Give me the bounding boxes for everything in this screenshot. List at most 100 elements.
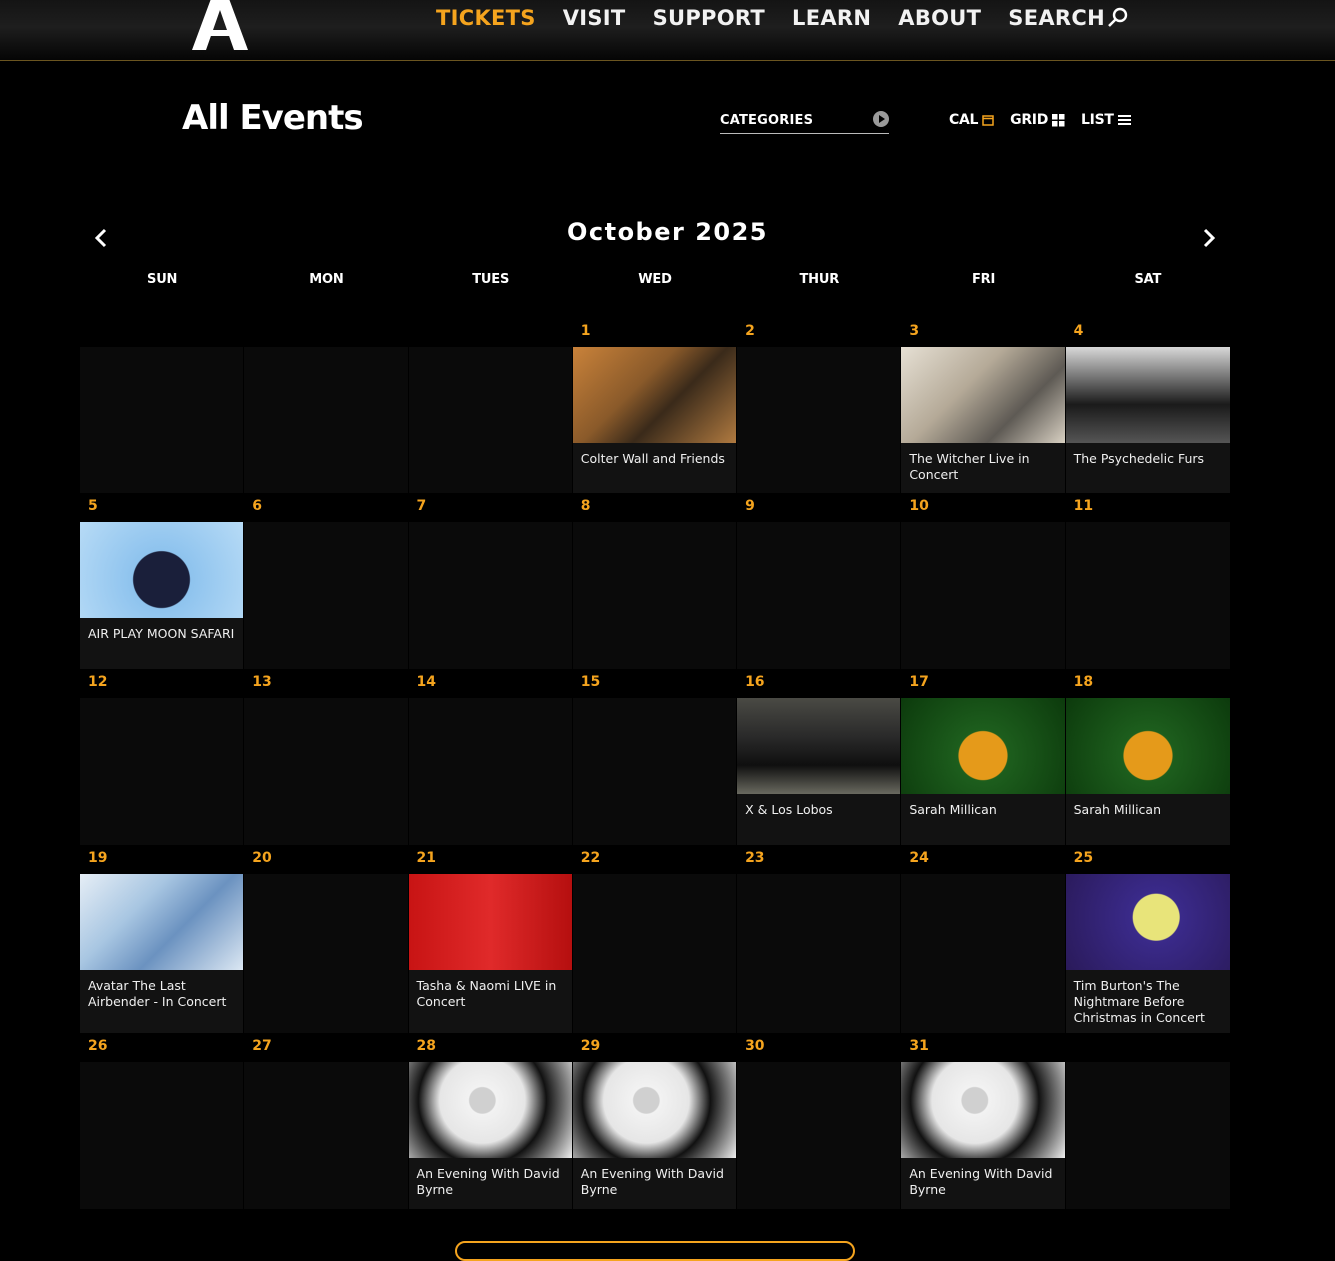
event-image[interactable] bbox=[408, 1062, 572, 1158]
day-cell-body bbox=[80, 698, 244, 845]
nav-about[interactable]: ABOUT bbox=[898, 6, 981, 30]
list-icon bbox=[1117, 115, 1131, 125]
calendar-day-cell: 30 bbox=[737, 1033, 902, 1209]
event-title-link[interactable]: An Evening With David Byrne bbox=[409, 1158, 572, 1198]
event-title-link[interactable]: Sarah Millican bbox=[901, 794, 1064, 818]
day-cell-body bbox=[572, 874, 737, 1033]
page-title: All Events bbox=[182, 98, 364, 138]
day-number: 13 bbox=[252, 674, 272, 690]
day-cell-body: An Evening With David Byrne bbox=[901, 1062, 1065, 1209]
event-title-link[interactable]: Avatar The Last Airbender - In Concert bbox=[80, 970, 243, 1010]
event-title-link[interactable]: An Evening With David Byrne bbox=[901, 1158, 1064, 1198]
day-number: 12 bbox=[88, 674, 108, 690]
calendar-day-cell: 12 bbox=[80, 669, 245, 845]
day-number: 5 bbox=[88, 498, 98, 514]
event-image[interactable] bbox=[901, 347, 1065, 443]
event-title-link[interactable]: AIR PLAY MOON SAFARI bbox=[80, 618, 243, 642]
calendar-day-cell: 2 bbox=[737, 318, 902, 493]
day-number: 6 bbox=[252, 498, 263, 514]
calendar-day-cell: 26 bbox=[80, 1033, 245, 1209]
day-cell-body: The Psychedelic Furs bbox=[1065, 347, 1230, 493]
day-number: 2 bbox=[745, 323, 755, 339]
calendar-day-cell[interactable]: 28 An Evening With David Byrne bbox=[408, 1033, 573, 1209]
event-image[interactable] bbox=[901, 698, 1065, 794]
dow-sun: SUN bbox=[147, 272, 178, 287]
view-grid-label: GRID bbox=[1010, 112, 1049, 128]
nav-support[interactable]: SUPPORT bbox=[653, 6, 765, 30]
event-image[interactable] bbox=[901, 1062, 1065, 1158]
calendar-icon bbox=[982, 115, 994, 126]
categories-label: CATEGORIES bbox=[720, 113, 814, 128]
day-number: 8 bbox=[580, 498, 591, 514]
day-cell-body bbox=[244, 874, 408, 1033]
calendar-day-cell[interactable]: 25 Tim Burton's The Nightmare Before Chri… bbox=[1065, 845, 1230, 1033]
calendar-day-cell[interactable]: 31 An Evening With David Byrne bbox=[901, 1033, 1066, 1209]
day-number: 19 bbox=[88, 850, 108, 866]
calendar-day-cell: 13 bbox=[244, 669, 409, 845]
event-title-link[interactable]: Tim Burton's The Nightmare Before Christ… bbox=[1066, 970, 1230, 1026]
day-number: 16 bbox=[745, 674, 765, 690]
event-title-link[interactable]: The Witcher Live in Concert bbox=[901, 443, 1064, 483]
calendar-day-cell[interactable]: 1 Colter Wall and Friends bbox=[572, 318, 738, 493]
nav-tickets[interactable]: TICKETS bbox=[436, 6, 536, 30]
day-cell-body bbox=[80, 347, 244, 493]
calendar-day-cell[interactable]: 5 AIR PLAY MOON SAFARI bbox=[80, 493, 245, 669]
calendar-day-cell bbox=[1065, 1033, 1230, 1209]
event-title-link[interactable]: Sarah Millican bbox=[1066, 794, 1230, 818]
nav-learn[interactable]: LEARN bbox=[792, 6, 871, 30]
view-grid[interactable]: GRID bbox=[1010, 112, 1065, 128]
dow-wed: WED bbox=[638, 272, 672, 287]
event-title-link[interactable]: Colter Wall and Friends bbox=[573, 443, 736, 467]
day-cell-body: Avatar The Last Airbender - In Concert bbox=[80, 874, 244, 1033]
nav-visit[interactable]: VISIT bbox=[563, 6, 626, 30]
event-image[interactable] bbox=[1065, 347, 1230, 443]
event-image[interactable] bbox=[1065, 874, 1230, 970]
event-title-link[interactable]: The Psychedelic Furs bbox=[1066, 443, 1230, 467]
view-list[interactable]: LIST bbox=[1081, 112, 1131, 128]
event-title-link[interactable]: Tasha & Naomi LIVE in Concert bbox=[409, 970, 572, 1010]
day-cell-body bbox=[901, 874, 1065, 1033]
view-cal[interactable]: CAL bbox=[949, 112, 994, 128]
calendar-day-cell[interactable]: 16 X & Los Lobos bbox=[737, 669, 902, 845]
day-number: 28 bbox=[416, 1038, 437, 1054]
calendar-day-cell[interactable]: 4 The Psychedelic Furs bbox=[1065, 318, 1230, 493]
day-number: 3 bbox=[909, 323, 920, 339]
calendar-day-cell[interactable]: 29 An Evening With David Byrne bbox=[572, 1033, 738, 1209]
calendar-day-cell: 11 bbox=[1065, 493, 1230, 669]
venue-logo-icon[interactable] bbox=[190, 0, 250, 50]
calendar-day-cell[interactable]: 3 The Witcher Live in Concert bbox=[901, 318, 1066, 493]
day-cell-body bbox=[901, 522, 1065, 669]
day-cell-body: Sarah Millican bbox=[901, 698, 1065, 845]
event-image[interactable] bbox=[80, 522, 244, 618]
day-cell-body: The Witcher Live in Concert bbox=[901, 347, 1065, 493]
event-title-link[interactable]: X & Los Lobos bbox=[737, 794, 900, 818]
calendar-day-cell[interactable]: 17 Sarah Millican bbox=[901, 669, 1066, 845]
next-month-button[interactable] bbox=[1196, 226, 1220, 250]
event-image[interactable] bbox=[80, 874, 244, 970]
day-cell-body bbox=[737, 874, 901, 1033]
event-image[interactable] bbox=[408, 874, 572, 970]
day-number: 24 bbox=[909, 850, 929, 866]
nav-search[interactable]: SEARCH bbox=[1008, 6, 1129, 30]
search-icon bbox=[1108, 7, 1128, 27]
calendar-day-cell[interactable]: 21 Tasha & Naomi LIVE in Concert bbox=[408, 845, 573, 1033]
event-image[interactable] bbox=[572, 1062, 737, 1158]
event-title-link[interactable]: An Evening With David Byrne bbox=[573, 1158, 736, 1198]
event-image[interactable] bbox=[572, 347, 737, 443]
day-cell-body bbox=[737, 1062, 901, 1209]
calendar-week: 1 Colter Wall and Friends 2 3 The Witcher Li… bbox=[80, 318, 1230, 493]
categories-dropdown[interactable]: CATEGORIES bbox=[720, 109, 889, 134]
day-cell-body bbox=[572, 698, 737, 845]
calendar-day-cell: 22 bbox=[572, 845, 738, 1033]
day-number: 26 bbox=[88, 1038, 108, 1054]
day-cell-body bbox=[1065, 522, 1230, 669]
calendar-day-cell: 8 bbox=[572, 493, 738, 669]
event-image[interactable] bbox=[737, 698, 901, 794]
event-image[interactable] bbox=[1065, 698, 1230, 794]
day-cell-body bbox=[244, 347, 408, 493]
load-more-button[interactable] bbox=[455, 1241, 855, 1261]
calendar-day-cell[interactable]: 19 Avatar The Last Airbender - In Concert bbox=[80, 845, 245, 1033]
day-cell-body bbox=[244, 522, 408, 669]
dow-tue: TUES bbox=[472, 272, 510, 287]
calendar-day-cell[interactable]: 18 Sarah Millican bbox=[1065, 669, 1230, 845]
